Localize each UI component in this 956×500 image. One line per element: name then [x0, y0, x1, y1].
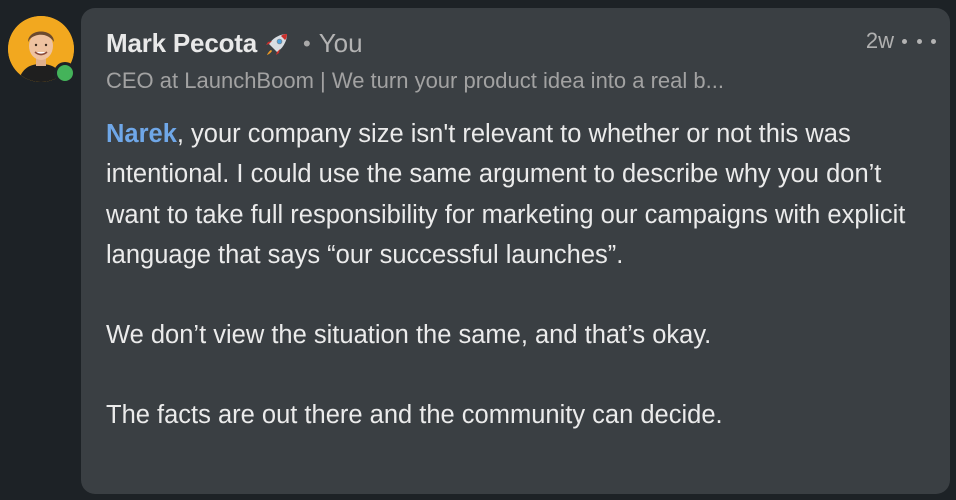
comment-paragraph: The facts are out there and the communit… [106, 401, 723, 430]
separator-dot: • [302, 30, 311, 56]
more-options-button[interactable] [902, 30, 936, 52]
online-status-indicator [54, 62, 76, 84]
ellipsis-icon [931, 38, 936, 44]
paragraph-text: , your company size isn't relevant to wh… [106, 120, 906, 269]
comment-paragraph: We don’t view the situation the same, an… [106, 321, 712, 350]
ellipsis-icon [916, 38, 922, 44]
comment-text: Narek, your company size isn't relevant … [106, 114, 926, 436]
comment-thread: Mark Pecota • You CEO at LaunchBoom | We… [0, 0, 956, 500]
comment-card: Mark Pecota • You CEO at LaunchBoom | We… [81, 8, 950, 494]
author-name[interactable]: Mark Pecota [106, 28, 257, 59]
author-headline[interactable]: CEO at LaunchBoom | We turn your product… [106, 68, 816, 94]
comment-timestamp: 2w [865, 28, 894, 53]
comment-paragraph: Narek, your company size isn't relevant … [106, 114, 926, 275]
comment-header: Mark Pecota • You [106, 28, 363, 59]
ellipsis-icon [902, 38, 907, 44]
rocket-icon [263, 30, 291, 58]
avatar[interactable] [8, 16, 76, 84]
mention-link[interactable]: Narek [106, 120, 177, 148]
relationship-badge: You [318, 28, 363, 58]
